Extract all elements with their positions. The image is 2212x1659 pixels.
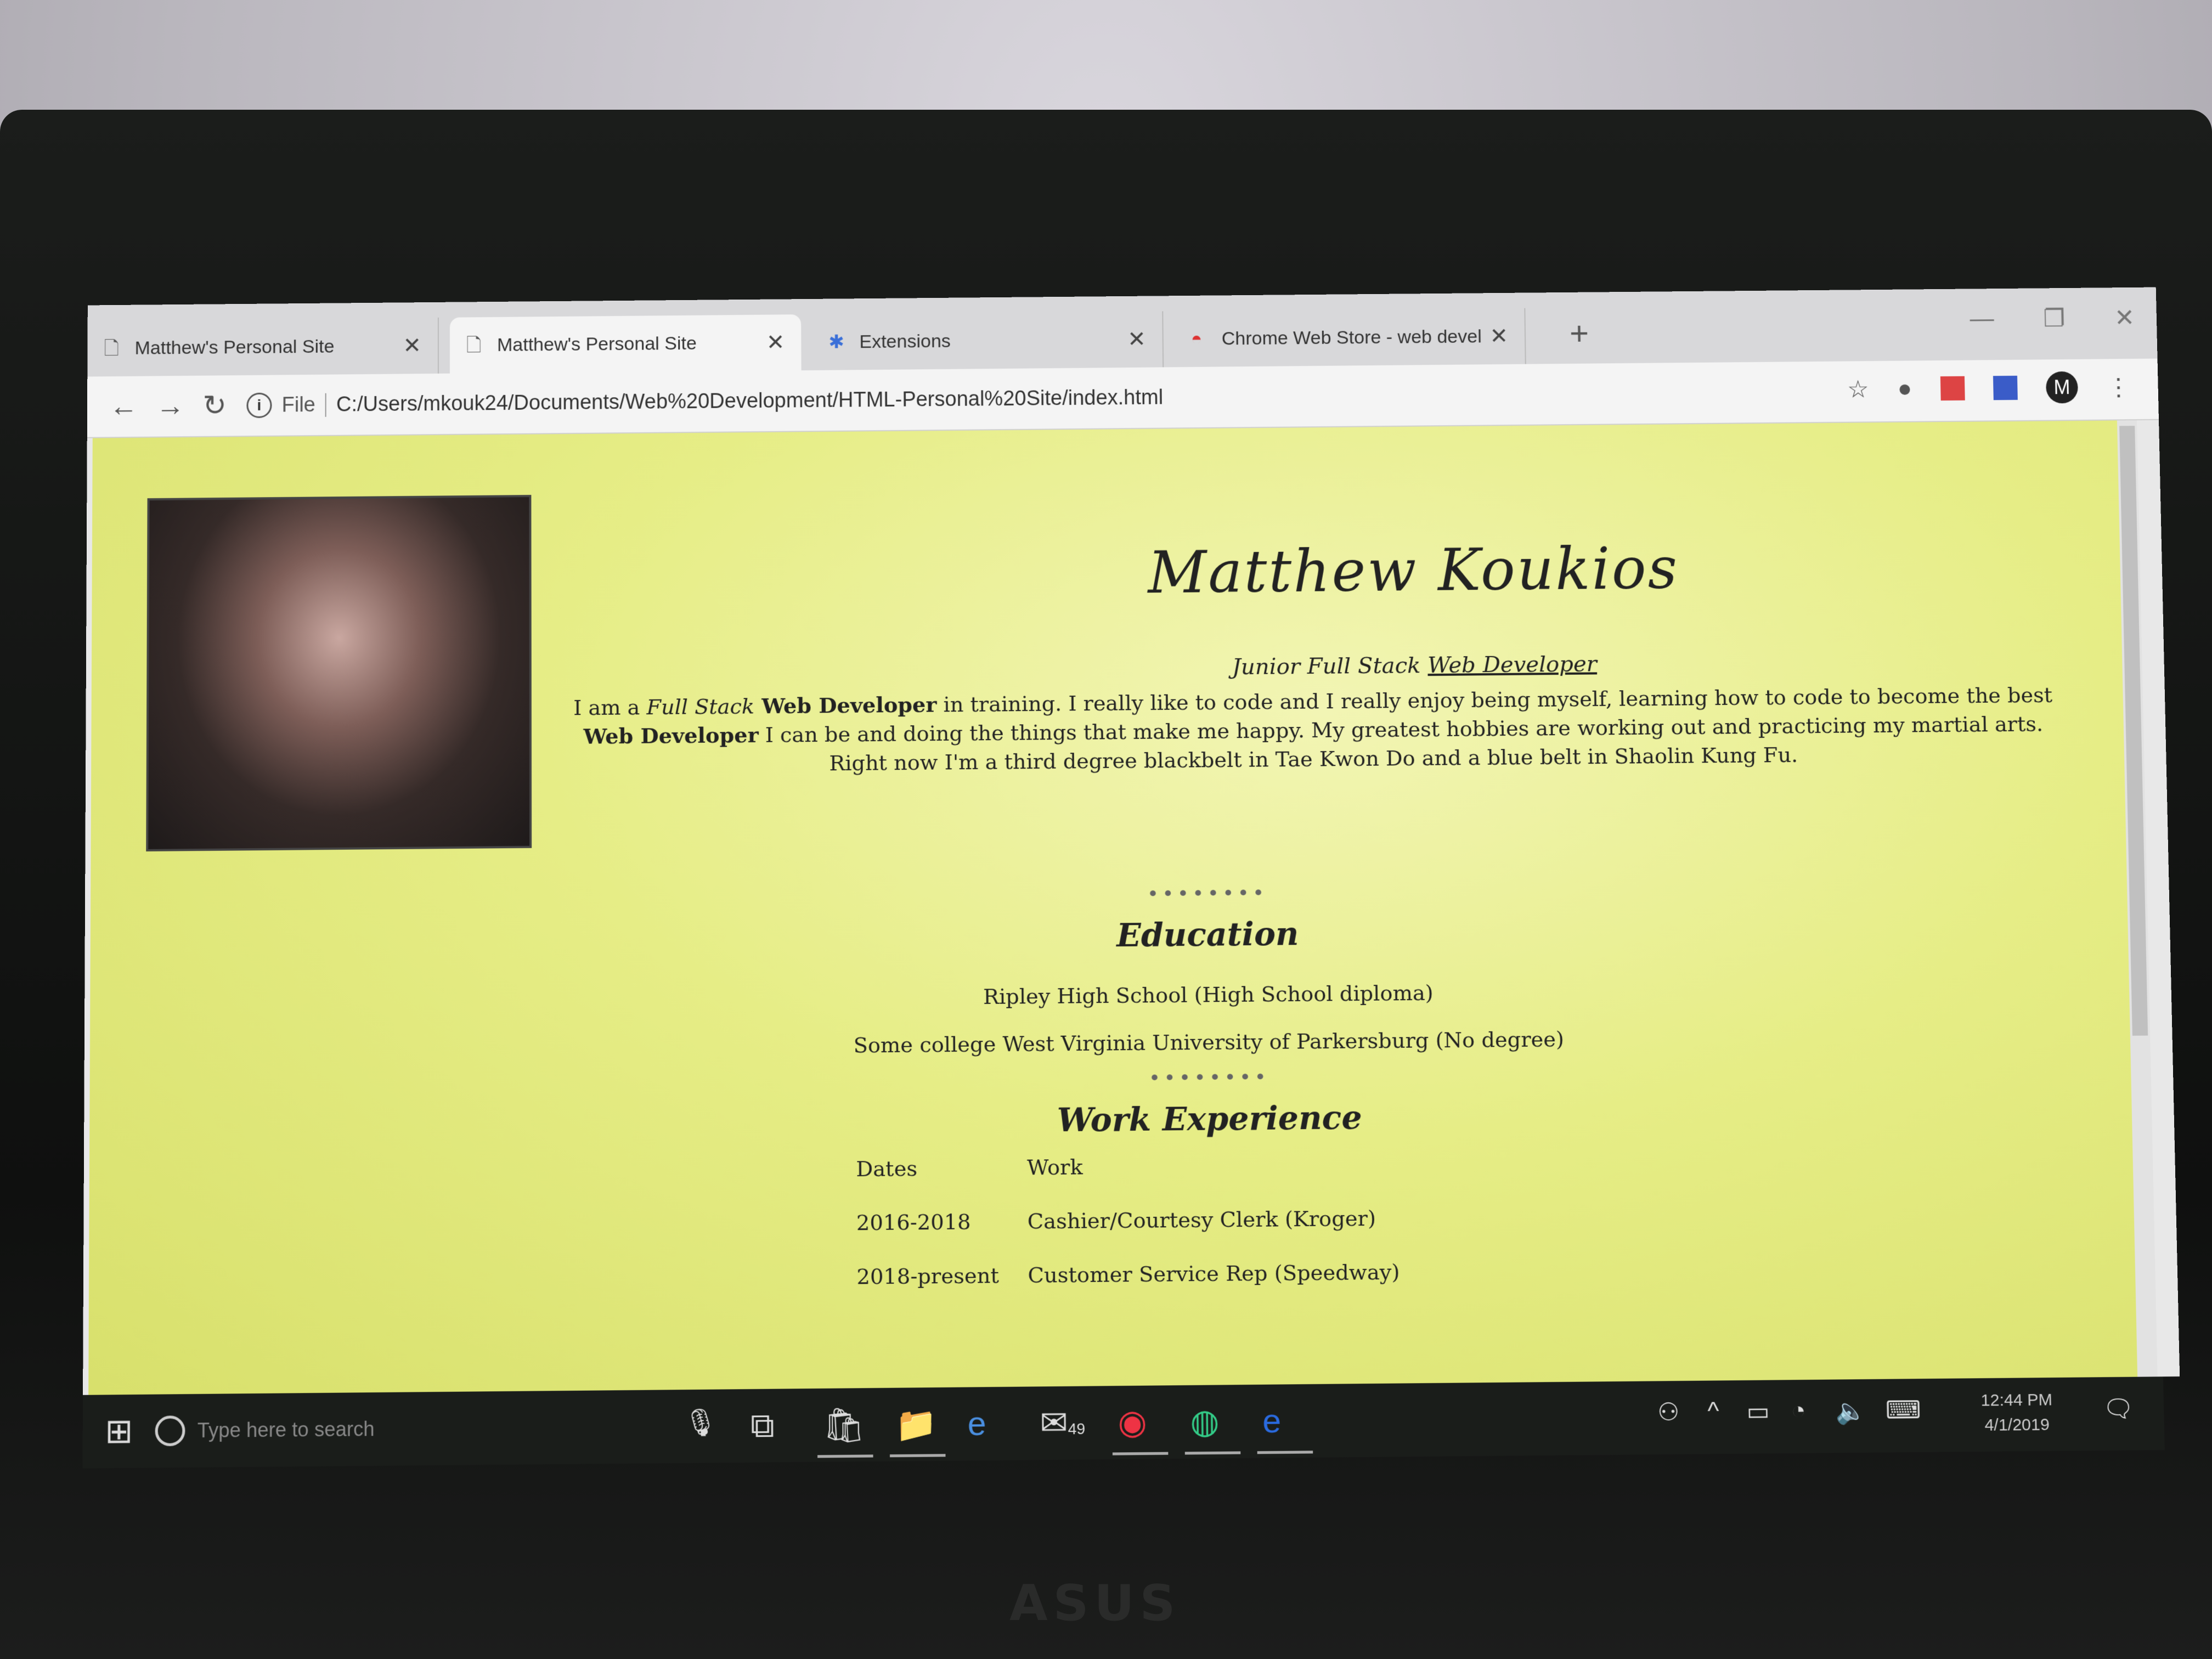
star-icon[interactable]: ☆ (1847, 375, 1869, 403)
tab-2[interactable]: 🗋 Matthew's Personal Site ✕ (450, 314, 802, 374)
column-header: Dates (849, 1141, 1020, 1196)
subtitle: Junior Full Stack Web Developer (918, 648, 1911, 682)
restore-icon[interactable]: ❐ (2043, 304, 2066, 332)
minimize-icon[interactable]: — (1970, 305, 1994, 333)
tab-title: Matthew's Personal Site (497, 332, 758, 356)
url-text[interactable]: C:/Users/mkouk24/Documents/Web%20Develop… (336, 386, 1163, 416)
education-item: Ripley High School (High School diploma) (765, 979, 1651, 1011)
page-content: Matthew Koukios Junior Full Stack Web De… (88, 420, 2157, 1395)
work-heading: Work Experience (932, 1097, 1487, 1140)
volume-icon[interactable]: 🔈 (1835, 1396, 1866, 1426)
search-placeholder: Type here to search (198, 1417, 375, 1442)
clock[interactable]: 12:44 PM 4/1/2019 (1980, 1388, 2053, 1438)
bio-text: in training. I really like to code and I… (936, 682, 2052, 716)
edge-icon[interactable]: e (967, 1404, 986, 1443)
tab-1[interactable]: 🗋 Matthew's Personal Site ✕ (87, 318, 439, 377)
running-indicator (1257, 1451, 1313, 1454)
extension-red-icon[interactable] (1940, 376, 1965, 400)
table-cell: Cashier/Courtesy Clerk (Kroger) (1020, 1191, 1421, 1249)
chevron-up-icon[interactable]: ^ (1707, 1397, 1719, 1426)
close-window-icon[interactable]: ✕ (2114, 304, 2135, 332)
ie-icon[interactable]: e (1262, 1401, 1282, 1440)
address-bar[interactable]: i File C:/Users/mkouk24/Documents/Web%20… (246, 371, 1867, 426)
extension-icon[interactable]: ● (1897, 375, 1912, 403)
file-explorer-icon[interactable]: 📁 (895, 1404, 937, 1445)
education-heading: Education (931, 913, 1485, 956)
table-cell: Customer Service Rep (Speedway) (1021, 1245, 1423, 1302)
tab-title: Extensions (859, 329, 1119, 353)
keyboard-icon[interactable]: ⌨ (1886, 1396, 1921, 1425)
scrollbar[interactable] (2117, 420, 2158, 1377)
mail-icon[interactable]: ✉49 (1040, 1403, 1085, 1443)
page-title: Matthew Koukios (918, 533, 1910, 609)
divider: •••••••• (1097, 881, 1318, 906)
running-indicator (1185, 1451, 1241, 1454)
tab-title: Chrome Web Store - web develo (1222, 326, 1481, 349)
table-cell: 2018-present (850, 1248, 1022, 1304)
browser-window: 🗋 Matthew's Personal Site ✕ 🗋 Matthew's … (83, 287, 2180, 1395)
webstore-icon: ◓ (1191, 329, 1210, 349)
file-label: File (282, 393, 326, 417)
globe-app-icon[interactable]: ◍ (1190, 1402, 1220, 1441)
table-row: 2016-2018 Cashier/Courtesy Clerk (Kroger… (850, 1191, 1422, 1250)
bio-bold: Web Developer (754, 692, 937, 718)
bio-paragraph: I am a Full Stack Web Developer in train… (560, 680, 2067, 780)
tab-4[interactable]: ◓ Chrome Web Store - web develo ✕ (1174, 308, 1526, 368)
table-row: 2018-present Customer Service Rep (Speed… (850, 1245, 1423, 1304)
bio-italic: Full Stack (646, 694, 754, 719)
subtitle-prefix: Junior Full Stack (1232, 653, 1421, 680)
puzzle-icon: ✱ (828, 331, 847, 352)
tab-title: Matthew's Personal Site (134, 335, 394, 359)
running-indicator (1113, 1452, 1169, 1455)
web-developer-link[interactable]: Web Developer (1427, 651, 1597, 678)
task-view-icon[interactable]: ⧉ (751, 1406, 775, 1445)
close-icon[interactable]: ✕ (1489, 324, 1508, 349)
bezel-logo: ASUS (1009, 1575, 1240, 1618)
running-indicator (890, 1454, 946, 1457)
screen: 🗋 Matthew's Personal Site ✕ 🗋 Matthew's … (82, 287, 2181, 1480)
windows-start-icon[interactable]: ⊞ (105, 1412, 133, 1451)
tab-3[interactable]: ✱ Extensions ✕ (812, 311, 1164, 370)
store-icon[interactable]: 🛍 (823, 1405, 866, 1446)
profile-avatar[interactable]: M (2046, 371, 2078, 404)
close-icon[interactable]: ✕ (766, 330, 785, 355)
toolbar-right: ☆ ● M ⋮ (1847, 371, 2131, 405)
cortana-icon[interactable] (155, 1415, 185, 1446)
extension-blue-icon[interactable] (1993, 376, 2018, 400)
divider: •••••••• (1098, 1065, 1320, 1090)
chrome-icon[interactable]: ◉ (1118, 1402, 1147, 1442)
wifi-icon[interactable]: ◔ (1791, 1397, 1806, 1425)
mail-badge: 49 (1068, 1420, 1086, 1437)
taskbar-search[interactable]: Type here to search (149, 1403, 572, 1455)
page-icon: 🗋 (466, 335, 485, 356)
profile-photo (146, 495, 532, 851)
table-cell: 2016-2018 (850, 1194, 1022, 1250)
bio-bold: Web Developer (583, 722, 758, 748)
people-icon[interactable]: ⚇ (1657, 1398, 1680, 1427)
menu-icon[interactable]: ⋮ (2106, 373, 2131, 401)
bio-text: I am a (573, 695, 646, 720)
clock-time: 12:44 PM (1980, 1388, 2052, 1413)
education-item: Some college West Virginia University of… (766, 1026, 1652, 1058)
clock-date: 4/1/2019 (1981, 1413, 2053, 1438)
column-header: Work (1020, 1137, 1421, 1195)
running-indicator (817, 1454, 873, 1458)
notification-icon[interactable]: 🗨 (2102, 1394, 2134, 1424)
table-header-row: Dates Work (849, 1137, 1421, 1196)
close-icon[interactable]: ✕ (403, 333, 421, 358)
new-tab-button[interactable]: + (1570, 314, 1589, 352)
back-icon[interactable]: ← (109, 390, 138, 424)
bio-text: I can be and doing the things that make … (759, 712, 2044, 775)
close-icon[interactable]: ✕ (1127, 327, 1146, 352)
work-table: Dates Work 2016-2018 Cashier/Courtesy Cl… (849, 1137, 1423, 1304)
info-icon[interactable]: i (246, 393, 272, 419)
window-controls: — ❐ ✕ (1970, 304, 2135, 334)
forward-icon[interactable]: → (156, 390, 184, 423)
battery-icon[interactable]: ▭ (1746, 1397, 1770, 1426)
scroll-thumb[interactable] (2119, 426, 2148, 1036)
page-icon: 🗋 (104, 338, 122, 359)
microphone-icon[interactable]: 🎙 (684, 1406, 718, 1438)
reload-icon[interactable]: ↻ (202, 389, 227, 422)
